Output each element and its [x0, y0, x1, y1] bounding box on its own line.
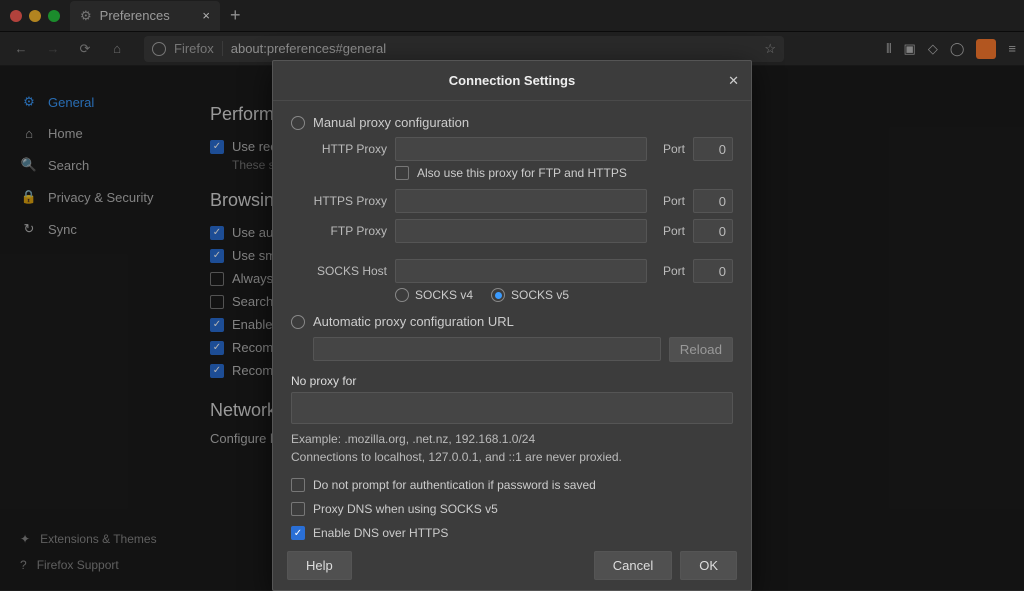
radio-icon[interactable] [291, 315, 305, 329]
socks-v4-option[interactable]: SOCKS v4 [395, 288, 473, 302]
socks-v5-option[interactable]: SOCKS v5 [491, 288, 569, 302]
port-label: Port [655, 142, 685, 156]
enable-doh-label: Enable DNS over HTTPS [313, 526, 448, 540]
also-use-label: Also use this proxy for FTP and HTTPS [417, 166, 627, 180]
modal-footer: Help Cancel OK [273, 541, 751, 590]
help-button[interactable]: Help [287, 551, 352, 580]
modal-body: Manual proxy configuration HTTP Proxy Po… [273, 101, 751, 541]
radio-icon[interactable] [491, 288, 505, 302]
no-proxy-input[interactable] [291, 392, 733, 424]
auto-config-row[interactable]: Automatic proxy configuration URL [291, 310, 733, 333]
checkbox-icon[interactable] [291, 502, 305, 516]
proxy-dns-label: Proxy DNS when using SOCKS v5 [313, 502, 498, 516]
also-use-row[interactable]: Also use this proxy for FTP and HTTPS [291, 164, 733, 186]
radio-icon[interactable] [395, 288, 409, 302]
port-label: Port [655, 224, 685, 238]
ok-button[interactable]: OK [680, 551, 737, 580]
auto-config-label: Automatic proxy configuration URL [313, 314, 514, 329]
radio-icon[interactable] [291, 116, 305, 130]
http-proxy-row: HTTP Proxy Port 0 [291, 134, 733, 164]
no-proxy-label: No proxy for [291, 374, 733, 388]
http-proxy-label: HTTP Proxy [313, 142, 387, 156]
modal-title: Connection Settings [449, 73, 575, 88]
ftp-proxy-label: FTP Proxy [313, 224, 387, 238]
connection-settings-modal: Connection Settings ✕ Manual proxy confi… [272, 60, 752, 591]
port-label: Port [655, 194, 685, 208]
auto-config-url-input[interactable] [313, 337, 661, 361]
localhost-notice: Connections to localhost, 127.0.0.1, and… [291, 450, 733, 464]
http-port-input[interactable]: 0 [693, 137, 733, 161]
manual-proxy-label: Manual proxy configuration [313, 115, 469, 130]
http-proxy-input[interactable] [395, 137, 647, 161]
enable-doh-row[interactable]: Enable DNS over HTTPS [291, 522, 733, 541]
no-proxy-example: Example: .mozilla.org, .net.nz, 192.168.… [291, 432, 733, 446]
socks-v4-label: SOCKS v4 [415, 288, 473, 302]
socks-host-row: SOCKS Host Port 0 [291, 256, 733, 286]
checkbox-icon[interactable] [395, 166, 409, 180]
socks-v5-label: SOCKS v5 [511, 288, 569, 302]
reload-button[interactable]: Reload [669, 337, 733, 362]
socks-host-input[interactable] [395, 259, 647, 283]
modal-close-button[interactable]: ✕ [728, 73, 739, 89]
https-port-input[interactable]: 0 [693, 189, 733, 213]
ftp-proxy-input[interactable] [395, 219, 647, 243]
cancel-button[interactable]: Cancel [594, 551, 672, 580]
auto-config-url-row: Reload [291, 333, 733, 366]
ftp-port-input[interactable]: 0 [693, 219, 733, 243]
socks-host-label: SOCKS Host [313, 264, 387, 278]
no-prompt-row[interactable]: Do not prompt for authentication if pass… [291, 474, 733, 496]
port-label: Port [655, 264, 685, 278]
no-prompt-label: Do not prompt for authentication if pass… [313, 478, 596, 492]
checkbox-icon[interactable] [291, 526, 305, 540]
https-proxy-row: HTTPS Proxy Port 0 [291, 186, 733, 216]
https-proxy-label: HTTPS Proxy [313, 194, 387, 208]
socks-port-input[interactable]: 0 [693, 259, 733, 283]
proxy-dns-row[interactable]: Proxy DNS when using SOCKS v5 [291, 498, 733, 520]
https-proxy-input[interactable] [395, 189, 647, 213]
checkbox-icon[interactable] [291, 478, 305, 492]
manual-proxy-row[interactable]: Manual proxy configuration [291, 111, 733, 134]
socks-version-row: SOCKS v4 SOCKS v5 [291, 286, 733, 310]
modal-header: Connection Settings ✕ [273, 61, 751, 101]
ftp-proxy-row: FTP Proxy Port 0 [291, 216, 733, 246]
